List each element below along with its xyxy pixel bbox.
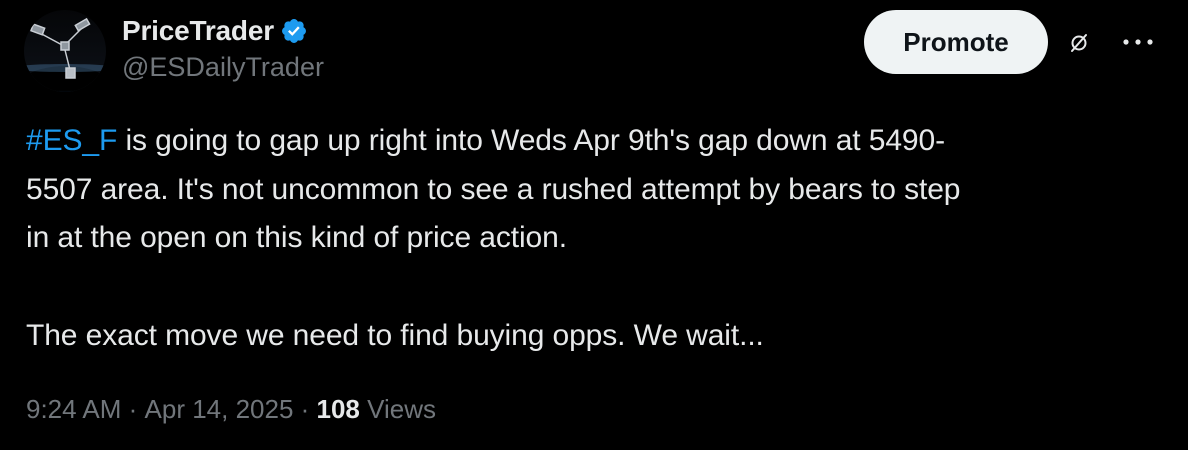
tweet-card: PriceTrader @ESDailyTrader Promote #ES_F… (0, 0, 1188, 450)
meta-separator: · (121, 394, 145, 424)
views-count[interactable]: 108 (317, 394, 360, 425)
tweet-time[interactable]: 9:24 AM (26, 394, 121, 425)
verified-badge-icon[interactable] (280, 17, 308, 45)
tweet-metadata: 9:24 AM · Apr 14, 2025 · 108 Views (26, 394, 436, 425)
more-horizontal-icon[interactable] (1118, 32, 1158, 52)
tweet-paragraph: #ES_F is going to gap up right into Weds… (26, 117, 1156, 263)
hashtag-link[interactable]: #ES_F (26, 124, 117, 157)
meta-separator: · (293, 394, 317, 424)
promote-button[interactable]: Promote (864, 10, 1048, 74)
tweet-text-segment: is going to gap up right into Weds Apr 9… (26, 124, 961, 255)
author-name-row: PriceTrader (122, 12, 308, 50)
tweet-body: #ES_F is going to gap up right into Weds… (26, 117, 1156, 360)
tweet-date[interactable]: Apr 14, 2025 (145, 394, 294, 425)
display-name[interactable]: PriceTrader (122, 15, 274, 47)
satellite-in-orbit-avatar (24, 10, 106, 92)
tweet-paragraph: The exact move we need to find buying op… (26, 318, 764, 352)
views-label[interactable]: Views (360, 394, 436, 425)
grok-icon[interactable] (1066, 30, 1092, 56)
author-handle[interactable]: @ESDailyTrader (122, 52, 324, 83)
avatar[interactable] (24, 10, 106, 92)
